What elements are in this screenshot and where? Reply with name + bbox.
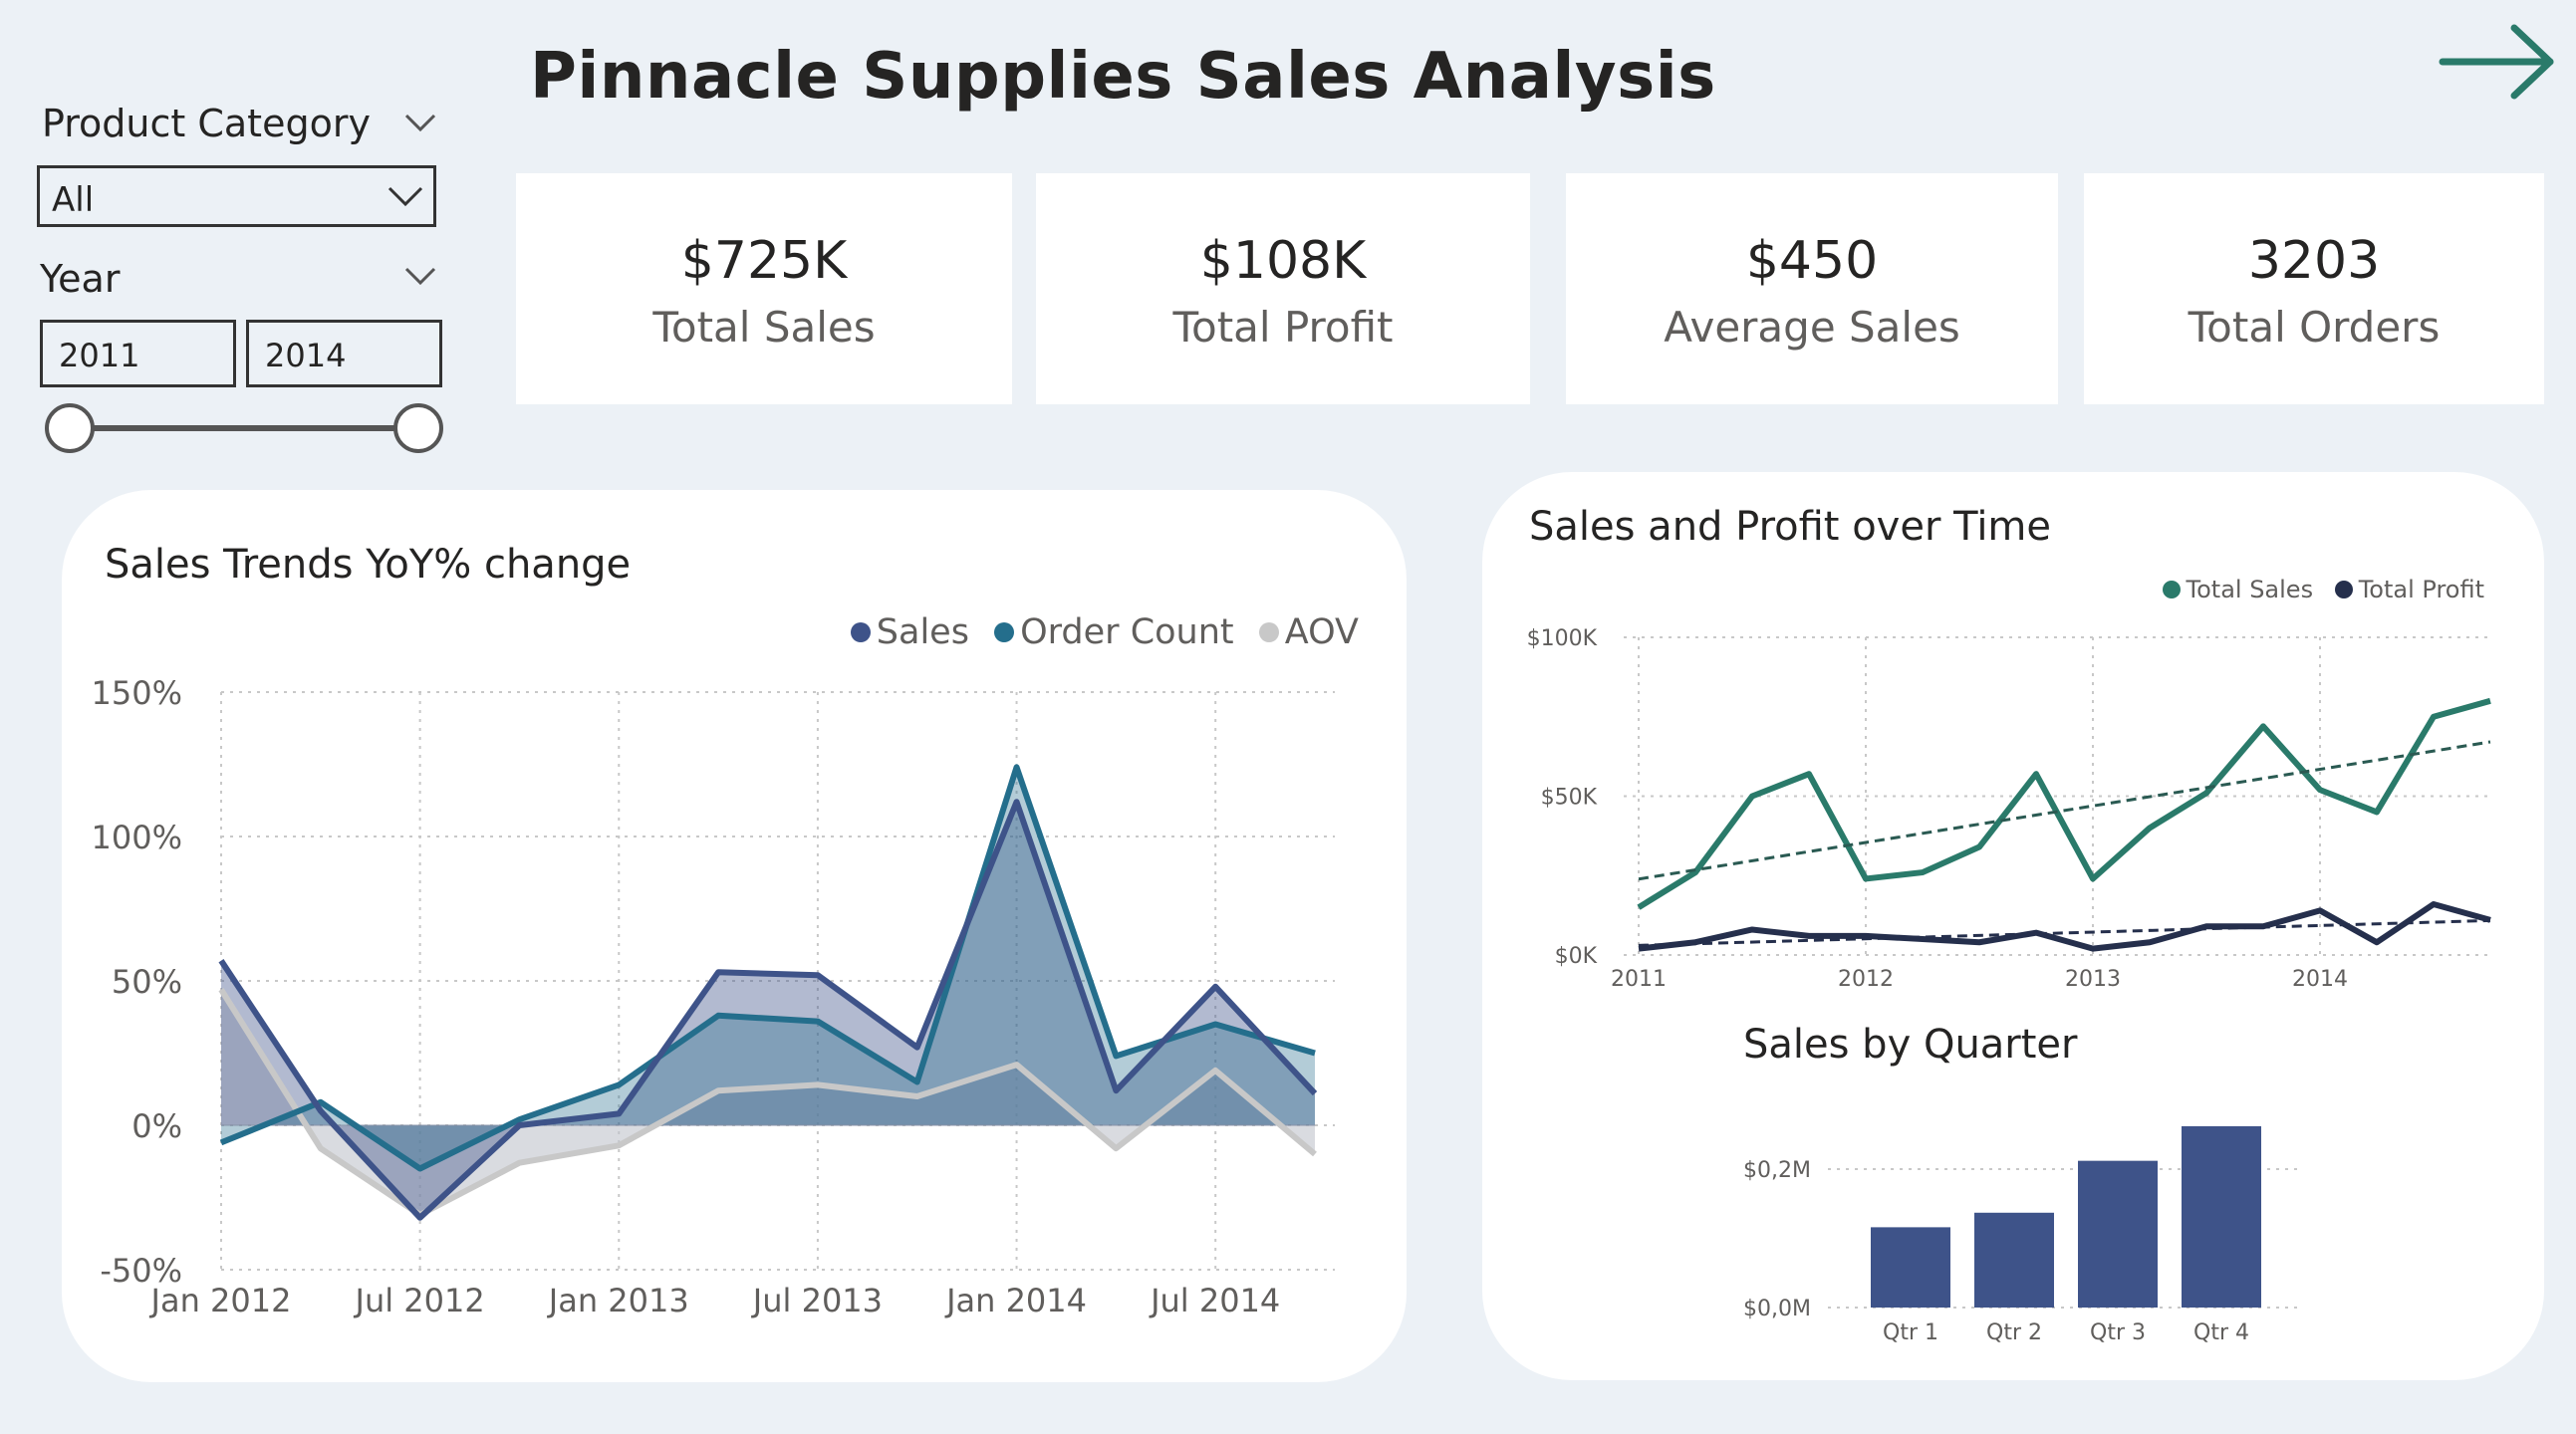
sales-profit-card [1482, 472, 2544, 1380]
legend-item-total-profit[interactable]: Total Profit [2334, 576, 2484, 603]
y-tick-label: 50% [112, 963, 182, 1001]
legend-label: Total Sales [2186, 576, 2314, 603]
y-tick-label: 150% [92, 674, 182, 712]
x-tick-label: Jul 2014 [1149, 1282, 1280, 1319]
sales-by-quarter-title: Sales by Quarter [1743, 1022, 2078, 1068]
x-tick-label: Jan 2012 [149, 1282, 292, 1319]
y-tick-label: 0% [131, 1107, 182, 1145]
legend-item-total-sales[interactable]: Total Sales [2162, 576, 2314, 603]
x-tick-label: Jul 2013 [751, 1282, 883, 1319]
legend-label: Total Profit [2358, 576, 2484, 603]
order-count-area [221, 767, 1315, 1169]
x-tick-label: Jan 2014 [944, 1282, 1087, 1319]
sales-profit-chart-title: Sales and Profit over Time [1529, 504, 2052, 550]
legend-marker [2162, 581, 2181, 598]
x-tick-label: Jul 2012 [354, 1282, 485, 1319]
y-tick-label: 100% [92, 819, 182, 856]
sales-profit-legend: Total Sales Total Profit [2149, 576, 2484, 604]
x-tick-label: Jan 2013 [547, 1282, 689, 1319]
sales-area [221, 802, 1315, 1218]
legend-marker [2334, 581, 2353, 598]
